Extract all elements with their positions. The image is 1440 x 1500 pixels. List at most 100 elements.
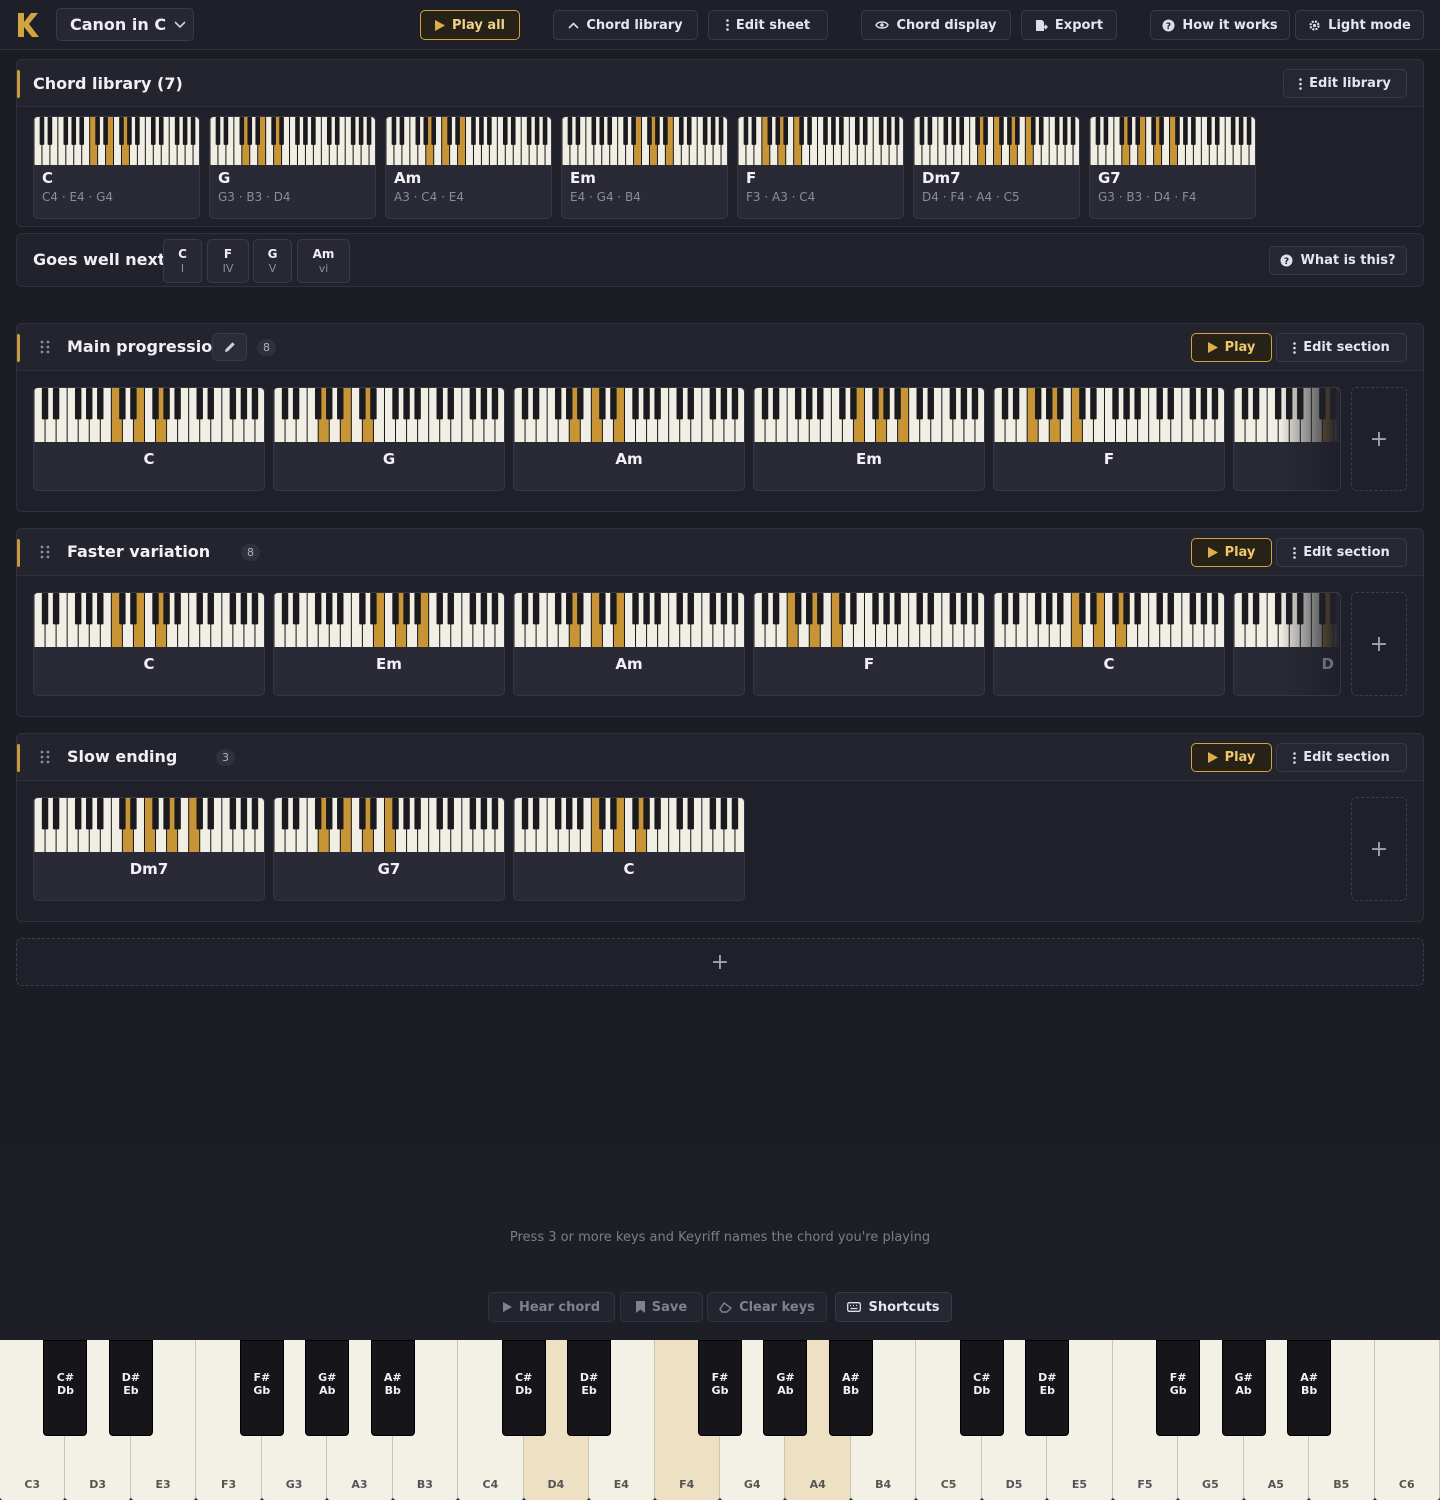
library-chord-card[interactable]: F F3 · A3 · C4 — [737, 116, 904, 219]
chord-library-button[interactable]: Chord library — [553, 10, 698, 40]
black-key[interactable]: F# Gb — [239, 1340, 284, 1436]
section-header: Main progression 8 Play Edit section — [17, 324, 1423, 371]
black-key[interactable]: D# Eb — [1025, 1340, 1070, 1436]
black-key[interactable]: D# Eb — [108, 1340, 153, 1436]
add-chord-button[interactable]: + — [1351, 797, 1407, 901]
play-section-button[interactable]: Play — [1191, 743, 1272, 772]
progression-chord-card[interactable]: D — [1233, 592, 1341, 696]
chord-display-label: Chord display — [896, 17, 997, 33]
progression-chord-card[interactable]: Dm7 — [33, 797, 265, 901]
black-key[interactable]: C# Db — [501, 1340, 546, 1436]
black-key[interactable]: G# Ab — [305, 1340, 350, 1436]
edit-section-button[interactable]: Edit section — [1276, 333, 1407, 362]
save-button[interactable]: Save — [620, 1292, 703, 1322]
edit-library-button[interactable]: Edit library — [1283, 69, 1407, 98]
edit-sheet-button[interactable]: Edit sheet — [708, 10, 828, 40]
rename-section-button[interactable] — [212, 333, 247, 361]
keyriff-logo-icon[interactable] — [16, 12, 40, 38]
how-it-works-button[interactable]: ? How it works — [1150, 10, 1290, 40]
black-key[interactable]: A# Bb — [1287, 1340, 1332, 1436]
library-chord-card[interactable]: Am A3 · C4 · E4 — [385, 116, 552, 219]
progression-chord-card[interactable]: C — [33, 387, 265, 491]
key-label: C# Db — [514, 1371, 533, 1397]
edit-section-label: Edit section — [1303, 750, 1390, 765]
suggested-chord-chip[interactable]: CI — [163, 239, 202, 283]
key-label: D# Eb — [1038, 1371, 1057, 1397]
library-chord-card[interactable]: Em E4 · G4 · B4 — [561, 116, 728, 219]
black-key[interactable]: F# Gb — [698, 1340, 742, 1436]
suggested-chord-chip[interactable]: Am vi — [297, 239, 350, 283]
edit-section-button[interactable]: Edit section — [1276, 743, 1407, 772]
progression-chord-card[interactable]: G7 — [273, 797, 505, 901]
progression-chord-card[interactable]: Am — [513, 592, 745, 696]
drag-handle-icon[interactable] — [39, 340, 51, 354]
black-key[interactable]: G# Ab — [1221, 1340, 1266, 1436]
suggested-chord-chip[interactable]: F IV — [207, 239, 249, 283]
progression-chord-card[interactable]: Em — [753, 387, 985, 491]
black-key[interactable]: A# Bb — [370, 1340, 415, 1436]
chip-chord-name: F — [223, 247, 233, 261]
key-label: F5 — [1137, 1478, 1153, 1491]
shortcuts-button[interactable]: Shortcuts — [835, 1292, 952, 1322]
add-chord-button[interactable]: + — [1351, 592, 1407, 696]
play-icon — [502, 1302, 512, 1312]
progression-chord-card[interactable]: F — [993, 387, 1225, 491]
section-title[interactable]: Faster variation — [67, 542, 210, 561]
hear-chord-button[interactable]: Hear chord — [488, 1292, 615, 1322]
black-key[interactable]: A# Bb — [828, 1340, 873, 1436]
play-all-button[interactable]: Play all — [420, 10, 520, 40]
key-label: E3 — [155, 1478, 171, 1491]
black-key[interactable]: D# Eb — [567, 1340, 612, 1436]
progression-chord-card[interactable]: Am — [513, 387, 745, 491]
chip-chord-name: G — [267, 247, 278, 261]
black-key[interactable]: G# Ab — [763, 1340, 808, 1436]
progression-chord-card[interactable]: Em — [273, 592, 505, 696]
section-title[interactable]: Main progression — [67, 337, 224, 356]
chord-name: Am — [615, 655, 643, 673]
section-title[interactable]: Slow ending — [67, 747, 177, 766]
chord-display-button[interactable]: Chord display — [861, 10, 1011, 40]
library-chord-card[interactable]: C C4 · E4 · G4 — [33, 116, 200, 219]
black-key[interactable]: F# Gb — [1156, 1340, 1201, 1436]
mini-keyboard-icon — [274, 593, 504, 647]
progression-chord-card[interactable]: C — [993, 592, 1225, 696]
drag-handle-icon[interactable] — [39, 750, 51, 764]
library-chord-card[interactable]: G G3 · B3 · D4 — [209, 116, 376, 219]
song-selector[interactable]: Canon in C — [56, 8, 194, 41]
progression-chord-card[interactable]: G — [273, 387, 505, 491]
library-chord-card[interactable]: Dm7 D4 · F4 · A4 · C5 — [913, 116, 1080, 219]
white-key[interactable]: C6 — [1374, 1340, 1440, 1500]
edit-section-button[interactable]: Edit section — [1276, 538, 1407, 567]
clear-keys-button[interactable]: Clear keys — [707, 1292, 827, 1322]
progression-chord-card[interactable]: F — [753, 592, 985, 696]
chord-name: D — [1321, 655, 1334, 673]
more-vertical-icon — [1299, 77, 1302, 90]
mini-keyboard-icon — [514, 388, 744, 442]
progression-chord-card[interactable]: C — [33, 592, 265, 696]
chord-name: G — [382, 450, 396, 468]
light-mode-button[interactable]: Light mode — [1295, 10, 1424, 40]
progression-chord-card[interactable] — [1233, 387, 1341, 491]
chord-name: F — [863, 655, 875, 673]
key-label: G5 — [1202, 1478, 1219, 1491]
chord-count-badge: 3 — [216, 749, 235, 766]
progression-chord-card[interactable]: C — [513, 797, 745, 901]
chevron-up-icon — [568, 21, 579, 29]
export-button[interactable]: Export — [1021, 10, 1117, 40]
drag-handle-icon[interactable] — [39, 545, 51, 559]
black-key[interactable]: C# Db — [43, 1340, 88, 1436]
mini-keyboard-icon — [34, 388, 264, 442]
what-is-this-button[interactable]: ? What is this? — [1269, 246, 1407, 275]
add-section-button[interactable]: + — [16, 938, 1424, 986]
accent-bar — [17, 744, 20, 772]
play-section-button[interactable]: Play — [1191, 333, 1272, 362]
chip-roman-numeral: V — [268, 262, 277, 275]
library-chord-card[interactable]: G7 G3 · B3 · D4 · F4 — [1089, 116, 1256, 219]
mini-keyboard-icon — [754, 593, 984, 647]
play-section-button[interactable]: Play — [1191, 538, 1272, 567]
black-key[interactable]: C# Db — [959, 1340, 1004, 1436]
add-chord-button[interactable]: + — [1351, 387, 1407, 491]
key-label: C# Db — [56, 1371, 75, 1397]
chord-notes: G3 · B3 · D4 — [218, 190, 291, 204]
suggested-chord-chip[interactable]: GV — [253, 239, 292, 283]
